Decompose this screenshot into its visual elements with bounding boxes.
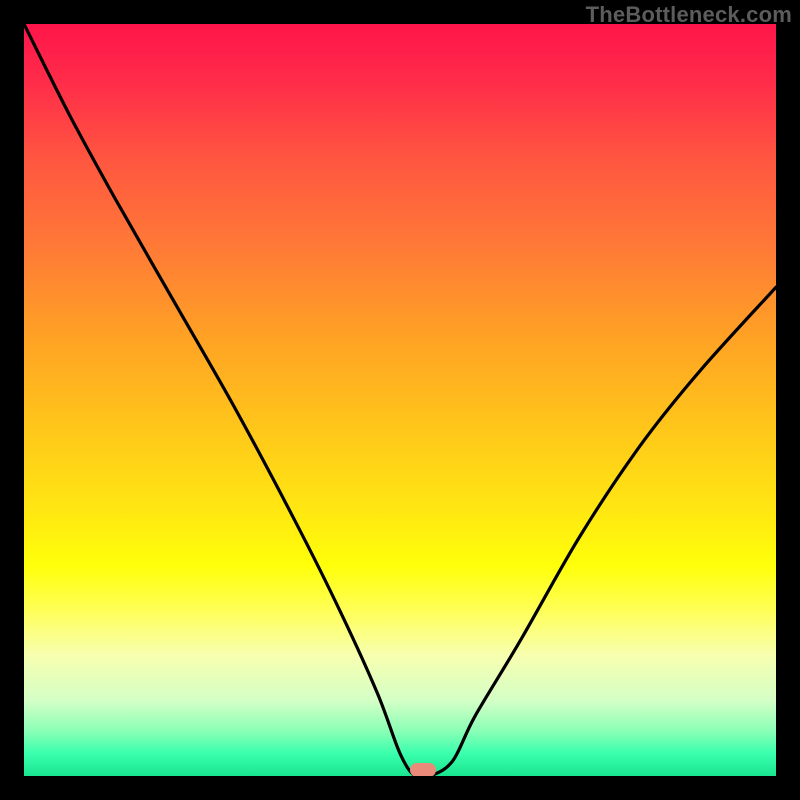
plot-area — [24, 24, 776, 776]
minimum-marker — [410, 763, 436, 776]
watermark-text: TheBottleneck.com — [586, 2, 792, 28]
chart-frame: TheBottleneck.com — [0, 0, 800, 800]
bottleneck-curve — [24, 24, 776, 776]
